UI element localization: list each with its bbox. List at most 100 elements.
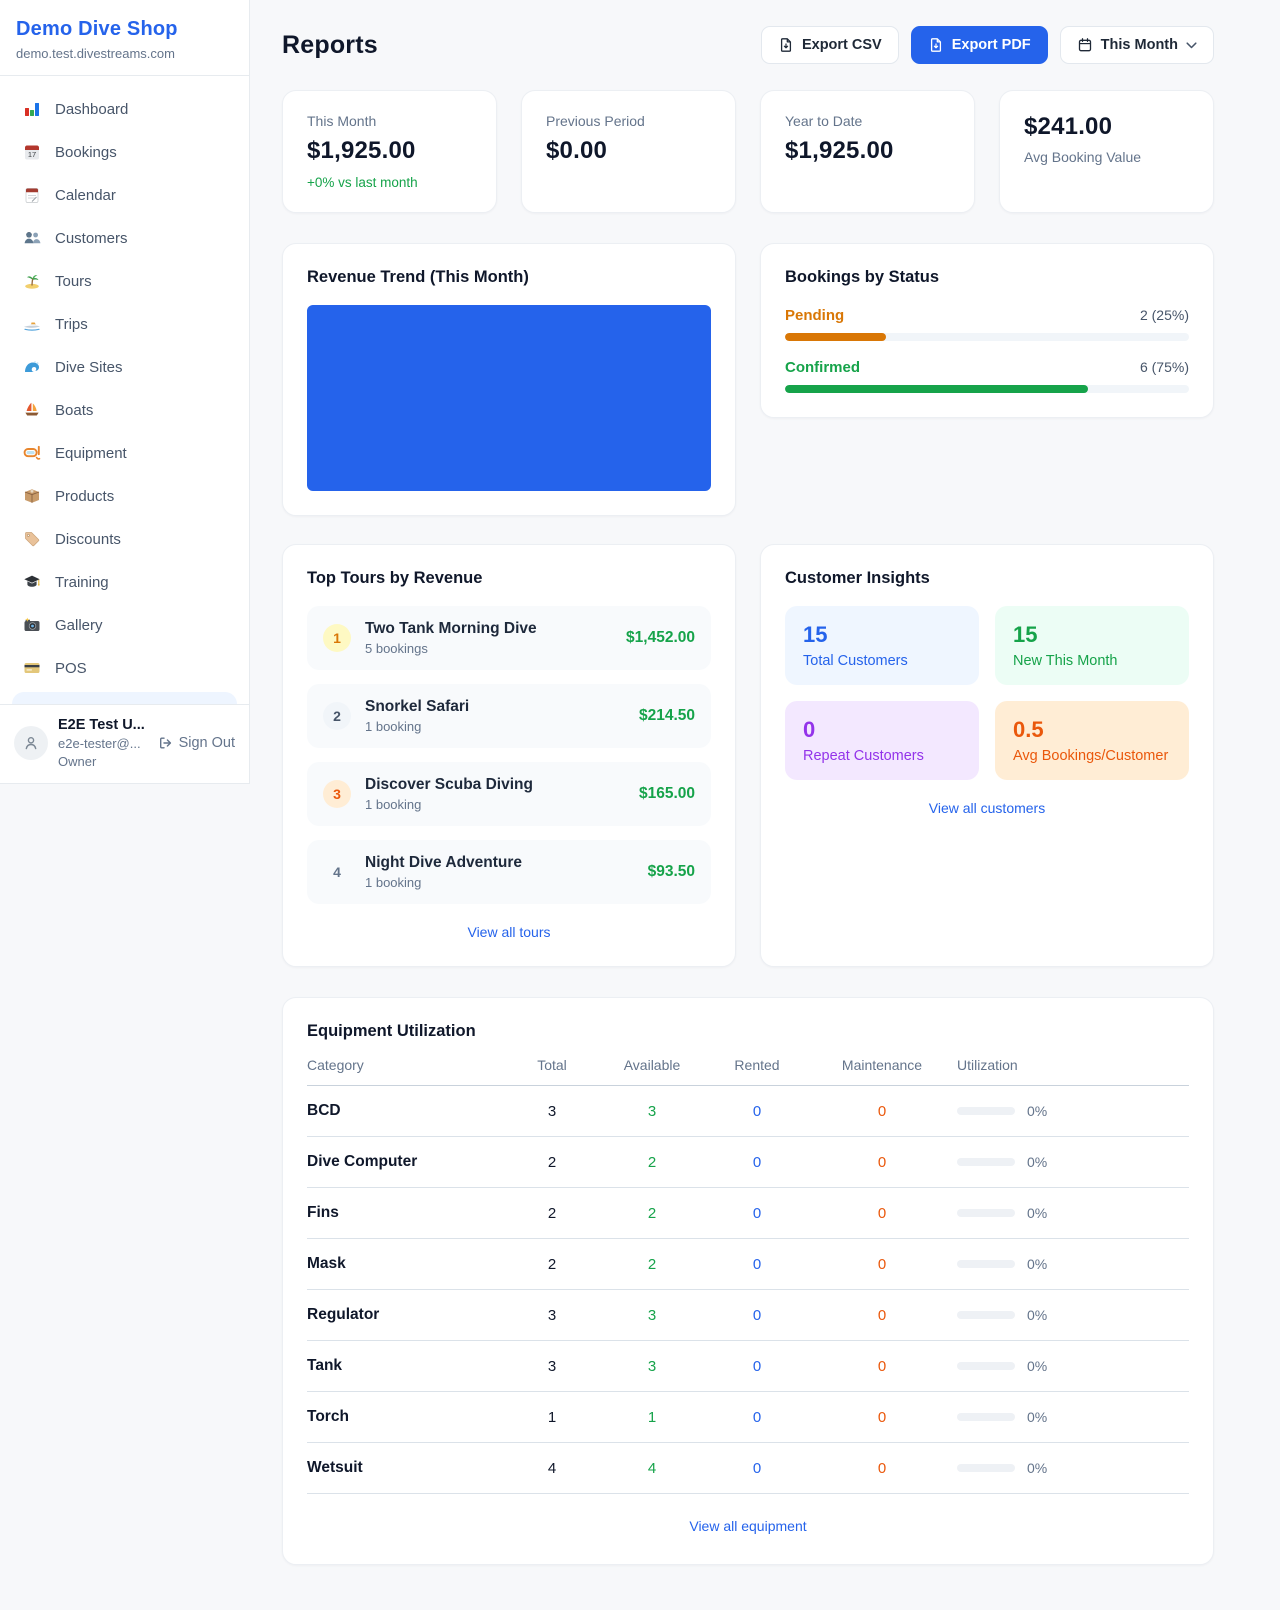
bookings-calendar-icon: 17	[22, 142, 42, 162]
app-root: Demo Dive Shop demo.test.divestreams.com…	[0, 0, 1280, 1610]
sidebar-item-label: Bookings	[55, 144, 117, 161]
user-panel: E2E Test U... e2e-tester@... Owner Sign …	[0, 704, 249, 783]
equipment-utilization-card: Equipment Utilization Category Total Ava…	[282, 997, 1214, 1565]
sidebar-item-label: Products	[55, 488, 114, 505]
tour-row[interactable]: 3 Discover Scuba Diving 1 booking $165.0…	[307, 762, 711, 826]
sidebar-item-customers[interactable]: Customers	[12, 219, 237, 257]
sidebar-item-label: Calendar	[55, 187, 116, 204]
sidebar-item-discounts[interactable]: Discounts	[12, 520, 237, 558]
sign-out-icon	[157, 735, 173, 751]
tile-repeat-customers: 0 Repeat Customers	[785, 701, 979, 780]
view-all-customers-link[interactable]: View all customers	[929, 800, 1045, 816]
utilization-bar	[957, 1260, 1015, 1268]
equipment-mask-icon	[22, 443, 42, 463]
discounts-tag-icon	[22, 529, 42, 549]
table-row: Tank 3 3 0 0 0%	[307, 1341, 1189, 1392]
stat-card-previous-period: Previous Period $0.00	[521, 90, 736, 213]
sidebar-item-label: Tours	[55, 273, 92, 290]
stat-card-this-month: This Month $1,925.00 +0% vs last month	[282, 90, 497, 213]
user-role: Owner	[58, 754, 147, 769]
user-name: E2E Test U...	[58, 717, 147, 733]
main-content: Reports Export CSV Export PDF This Month	[250, 0, 1280, 1610]
tile-avg-bookings-customer: 0.5 Avg Bookings/Customer	[995, 701, 1189, 780]
pos-card-icon	[22, 658, 42, 678]
boats-sailboat-icon	[22, 400, 42, 420]
confirmed-bar-fill	[785, 385, 1088, 393]
sidebar-item-label: Customers	[55, 230, 128, 247]
file-download-icon	[928, 37, 944, 53]
period-dropdown[interactable]: This Month	[1060, 26, 1214, 64]
sidebar-nav: Dashboard 17 Bookings Calendar Customers…	[0, 76, 249, 687]
dashboard-icon	[22, 99, 42, 119]
sidebar-item-products[interactable]: Products	[12, 477, 237, 515]
sidebar-item-boats[interactable]: Boats	[12, 391, 237, 429]
rank-badge: 4	[323, 858, 351, 886]
table-row: Dive Computer 2 2 0 0 0%	[307, 1137, 1189, 1188]
shop-name: Demo Dive Shop	[16, 18, 233, 41]
utilization-bar	[957, 1413, 1015, 1421]
sidebar-item-reports-active-partial[interactable]	[12, 692, 237, 704]
revenue-trend-card: Revenue Trend (This Month)	[282, 243, 736, 516]
sidebar-item-label: Boats	[55, 402, 93, 419]
sidebar-item-pos[interactable]: POS	[12, 649, 237, 687]
sidebar-item-gallery[interactable]: Gallery	[12, 606, 237, 644]
table-row: Regulator 3 3 0 0 0%	[307, 1290, 1189, 1341]
tile-new-this-month: 15 New This Month	[995, 606, 1189, 685]
revenue-trend-chart	[307, 305, 711, 491]
utilization-bar	[957, 1311, 1015, 1319]
calendar-icon	[1077, 37, 1093, 53]
products-box-icon	[22, 486, 42, 506]
pending-bar-track	[785, 333, 1189, 341]
stats-row: This Month $1,925.00 +0% vs last month P…	[282, 90, 1214, 213]
utilization-bar	[957, 1158, 1015, 1166]
view-all-tours-link[interactable]: View all tours	[467, 924, 550, 940]
customers-icon	[22, 228, 42, 248]
avatar	[14, 726, 48, 760]
svg-text:17: 17	[28, 150, 36, 159]
revenue-trend-title: Revenue Trend (This Month)	[307, 268, 711, 287]
sidebar-item-training[interactable]: Training	[12, 563, 237, 601]
brand: Demo Dive Shop demo.test.divestreams.com	[0, 0, 249, 76]
sidebar-item-label: POS	[55, 660, 87, 677]
utilization-bar	[957, 1362, 1015, 1370]
view-all-equipment-link[interactable]: View all equipment	[689, 1518, 806, 1534]
tour-row[interactable]: 4 Night Dive Adventure 1 booking $93.50	[307, 840, 711, 904]
trips-boat-icon	[22, 314, 42, 334]
rank-badge: 1	[323, 624, 351, 652]
rank-badge: 3	[323, 780, 351, 808]
sidebar-item-label: Dashboard	[55, 101, 128, 118]
user-email: e2e-tester@...	[58, 736, 147, 751]
table-row: Wetsuit 4 4 0 0 0%	[307, 1443, 1189, 1494]
calendar-pad-icon	[22, 185, 42, 205]
sidebar-item-dashboard[interactable]: Dashboard	[12, 90, 237, 128]
sidebar-item-equipment[interactable]: Equipment	[12, 434, 237, 472]
bookings-by-status-title: Bookings by Status	[785, 268, 1189, 287]
sidebar-item-tours[interactable]: Tours	[12, 262, 237, 300]
sidebar-item-calendar[interactable]: Calendar	[12, 176, 237, 214]
table-row: Mask 2 2 0 0 0%	[307, 1239, 1189, 1290]
shop-domain: demo.test.divestreams.com	[16, 46, 233, 61]
confirmed-bar-track	[785, 385, 1189, 393]
stat-card-year-to-date: Year to Date $1,925.00	[760, 90, 975, 213]
top-tours-card: Top Tours by Revenue 1 Two Tank Morning …	[282, 544, 736, 967]
sign-out-button[interactable]: Sign Out	[157, 735, 235, 751]
export-pdf-button[interactable]: Export PDF	[911, 26, 1048, 64]
tour-row[interactable]: 1 Two Tank Morning Dive 5 bookings $1,45…	[307, 606, 711, 670]
training-cap-icon	[22, 572, 42, 592]
dive-sites-wave-icon	[22, 357, 42, 377]
sidebar-item-label: Gallery	[55, 617, 103, 634]
sidebar-item-dive-sites[interactable]: Dive Sites	[12, 348, 237, 386]
utilization-bar	[957, 1464, 1015, 1472]
export-csv-button[interactable]: Export CSV	[761, 26, 899, 64]
tour-row[interactable]: 2 Snorkel Safari 1 booking $214.50	[307, 684, 711, 748]
sidebar-item-bookings[interactable]: 17 Bookings	[12, 133, 237, 171]
sidebar-item-trips[interactable]: Trips	[12, 305, 237, 343]
table-row: Fins 2 2 0 0 0%	[307, 1188, 1189, 1239]
page-title: Reports	[282, 31, 378, 60]
gallery-camera-icon	[22, 615, 42, 635]
sidebar-item-label: Discounts	[55, 531, 121, 548]
sidebar: Demo Dive Shop demo.test.divestreams.com…	[0, 0, 250, 1610]
chevron-down-icon	[1186, 42, 1197, 49]
sidebar-item-label: Dive Sites	[55, 359, 123, 376]
rank-badge: 2	[323, 702, 351, 730]
